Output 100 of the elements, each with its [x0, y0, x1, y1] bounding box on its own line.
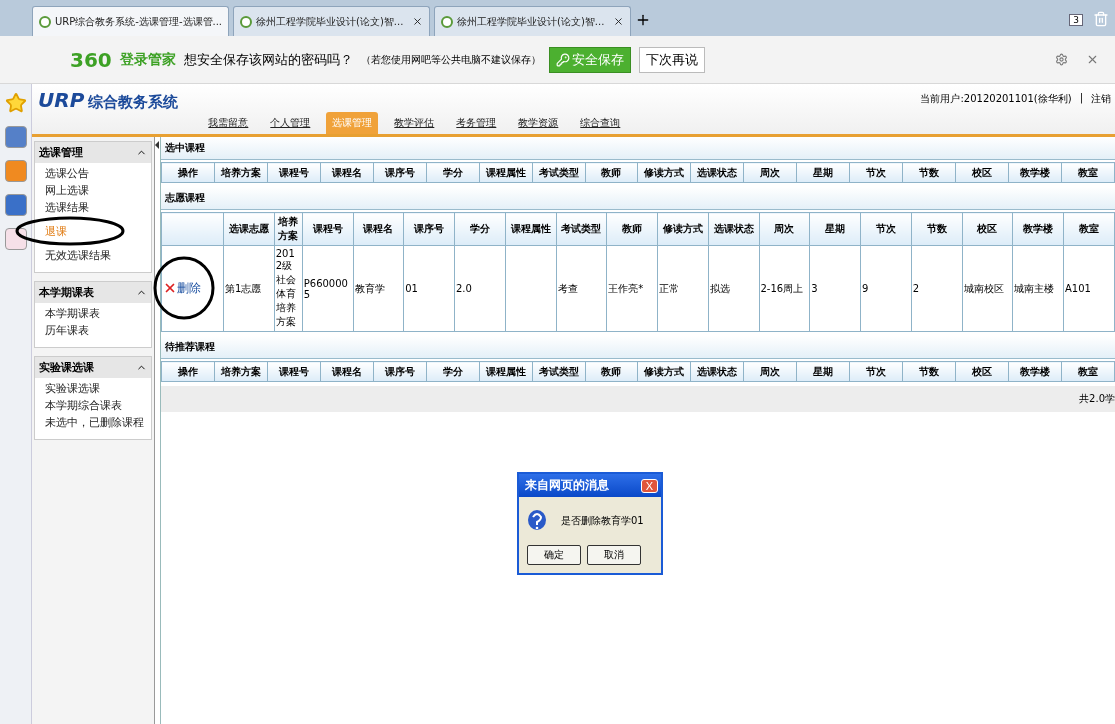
column-header: 课程属性: [479, 162, 533, 183]
logo: URP: [38, 88, 85, 112]
sidebar-item[interactable]: 实验课选课: [35, 380, 151, 397]
nav-tab[interactable]: 教学评估: [388, 112, 441, 134]
brand-logo: 360: [70, 47, 112, 72]
save-prompt: 想安全保存该网站的密码吗？: [183, 50, 353, 69]
column-header: 培养方案: [214, 162, 268, 183]
column-header: 培养方案: [274, 212, 303, 246]
sidebar-item[interactable]: 无效选课结果: [35, 247, 151, 264]
close-button[interactable]: X: [640, 478, 658, 493]
key-icon: [555, 52, 570, 67]
sidebar-item[interactable]: 选课公告: [35, 165, 151, 182]
column-header: 考试类型: [532, 162, 585, 183]
column-header: 星期: [796, 361, 850, 382]
page-icon: [39, 15, 51, 28]
column-header: 星期: [809, 212, 861, 246]
nav-tab[interactable]: 考务管理: [450, 112, 503, 134]
table-cell: 考查: [556, 245, 607, 332]
column-header: 校区: [955, 361, 1009, 382]
table-cell: A101: [1063, 245, 1115, 332]
table-cell: 王作亮*: [606, 245, 658, 332]
browser-tab[interactable]: URP综合教务系统-选课管理-选课管...: [32, 6, 229, 36]
column-header: 学分: [426, 162, 480, 183]
column-header: 教室: [1061, 361, 1115, 382]
total-credits: 共2.0学: [161, 386, 1115, 412]
nav-tab[interactable]: 个人管理: [264, 112, 317, 134]
column-header: 课程名: [353, 212, 404, 246]
separator: |: [1079, 92, 1083, 106]
column-header: 校区: [955, 162, 1009, 183]
new-tab-icon[interactable]: [635, 12, 651, 28]
table-cell: 2012级社会体育培养方案: [274, 245, 303, 332]
close-icon[interactable]: [613, 16, 624, 27]
section-title: 待推荐课程: [161, 336, 1115, 359]
column-header: 修读方式: [637, 361, 691, 382]
cancel-button[interactable]: 取消: [587, 545, 641, 565]
column-header: 节数: [902, 162, 956, 183]
sidebar-item[interactable]: 未选中，已删除课程: [35, 414, 151, 431]
dialog-message: 是否删除教育学01: [561, 514, 644, 528]
page-icon: [240, 15, 252, 28]
column-header: 教学楼: [1012, 212, 1064, 246]
browser-tab[interactable]: 徐州工程学院毕业设计(论文)智...: [233, 6, 430, 36]
group-title[interactable]: 实验课选课: [35, 357, 151, 378]
prompt-hint: （若您使用网吧等公共电脑不建议保存）: [360, 52, 541, 67]
column-header: 校区: [962, 212, 1013, 246]
sidebar-item[interactable]: 本学期课表: [35, 305, 151, 322]
column-header: 修读方式: [637, 162, 691, 183]
sidebar-item[interactable]: 网上选课: [35, 182, 151, 199]
question-icon: [527, 509, 547, 533]
column-header: 考试类型: [532, 361, 585, 382]
nav-tab[interactable]: 我需留意: [202, 112, 255, 134]
ok-button[interactable]: 确定: [527, 545, 581, 565]
current-user: 当前用户:20120201101(徐华利): [920, 92, 1072, 106]
marker-ellipse: [153, 255, 215, 320]
column-header: 操作: [161, 162, 215, 183]
sidebar-item[interactable]: 选课结果: [35, 199, 151, 216]
page-icon: [441, 15, 453, 28]
group-title[interactable]: 选课管理: [35, 142, 151, 163]
column-header: 考试类型: [556, 212, 607, 246]
star-icon[interactable]: [4, 92, 27, 114]
column-header: 操作: [161, 361, 215, 382]
column-header: 节数: [911, 212, 962, 246]
column-header: 节次: [849, 162, 903, 183]
table-cell: 2-16周上: [759, 245, 810, 332]
column-header: 课序号: [373, 162, 427, 183]
column-header: 学分: [454, 212, 506, 246]
tab-count-badge[interactable]: 3: [1069, 14, 1083, 26]
sidebar-item[interactable]: 本学期综合课表: [35, 397, 151, 414]
settings-icon[interactable]: [1055, 53, 1068, 66]
column-header: 选课状态: [690, 162, 744, 183]
column-header: 节次: [860, 212, 912, 246]
close-icon[interactable]: [412, 16, 423, 27]
table-cell: 2: [911, 245, 962, 332]
column-header: 教室: [1061, 162, 1115, 183]
table-cell: 2.0: [454, 245, 506, 332]
column-header: 课序号: [403, 212, 455, 246]
column-header: 课程号: [302, 212, 353, 246]
dialog-title: 来自网页的消息: [525, 477, 609, 494]
group-title[interactable]: 本学期课表: [35, 282, 151, 303]
sidebar-item[interactable]: 历年课表: [35, 322, 151, 339]
column-header: 选课状态: [708, 212, 759, 246]
table-cell: 9: [860, 245, 912, 332]
column-header: 教师: [585, 162, 638, 183]
browser-tab[interactable]: 徐州工程学院毕业设计(论文)智...: [434, 6, 631, 36]
column-header: 课程号: [267, 361, 321, 382]
table-cell: 拟选: [708, 245, 759, 332]
table-cell: 教育学: [353, 245, 404, 332]
section-title: 志愿课程: [161, 187, 1115, 210]
column-header: 周次: [743, 361, 797, 382]
brand-name: 登录管家: [119, 50, 176, 69]
logout-link[interactable]: 注销: [1091, 92, 1111, 106]
nav-tab[interactable]: 教学资源: [512, 112, 565, 134]
column-header: 课程名: [320, 361, 374, 382]
column-header: 节次: [849, 361, 903, 382]
delete-link[interactable]: 删除: [163, 279, 201, 297]
column-header: 培养方案: [214, 361, 268, 382]
table-cell: 3: [809, 245, 861, 332]
column-header: 修读方式: [657, 212, 709, 246]
column-header: 课程属性: [479, 361, 533, 382]
nav-tab[interactable]: 综合查询: [574, 112, 627, 134]
later-button[interactable]: 下次再说: [638, 46, 705, 73]
